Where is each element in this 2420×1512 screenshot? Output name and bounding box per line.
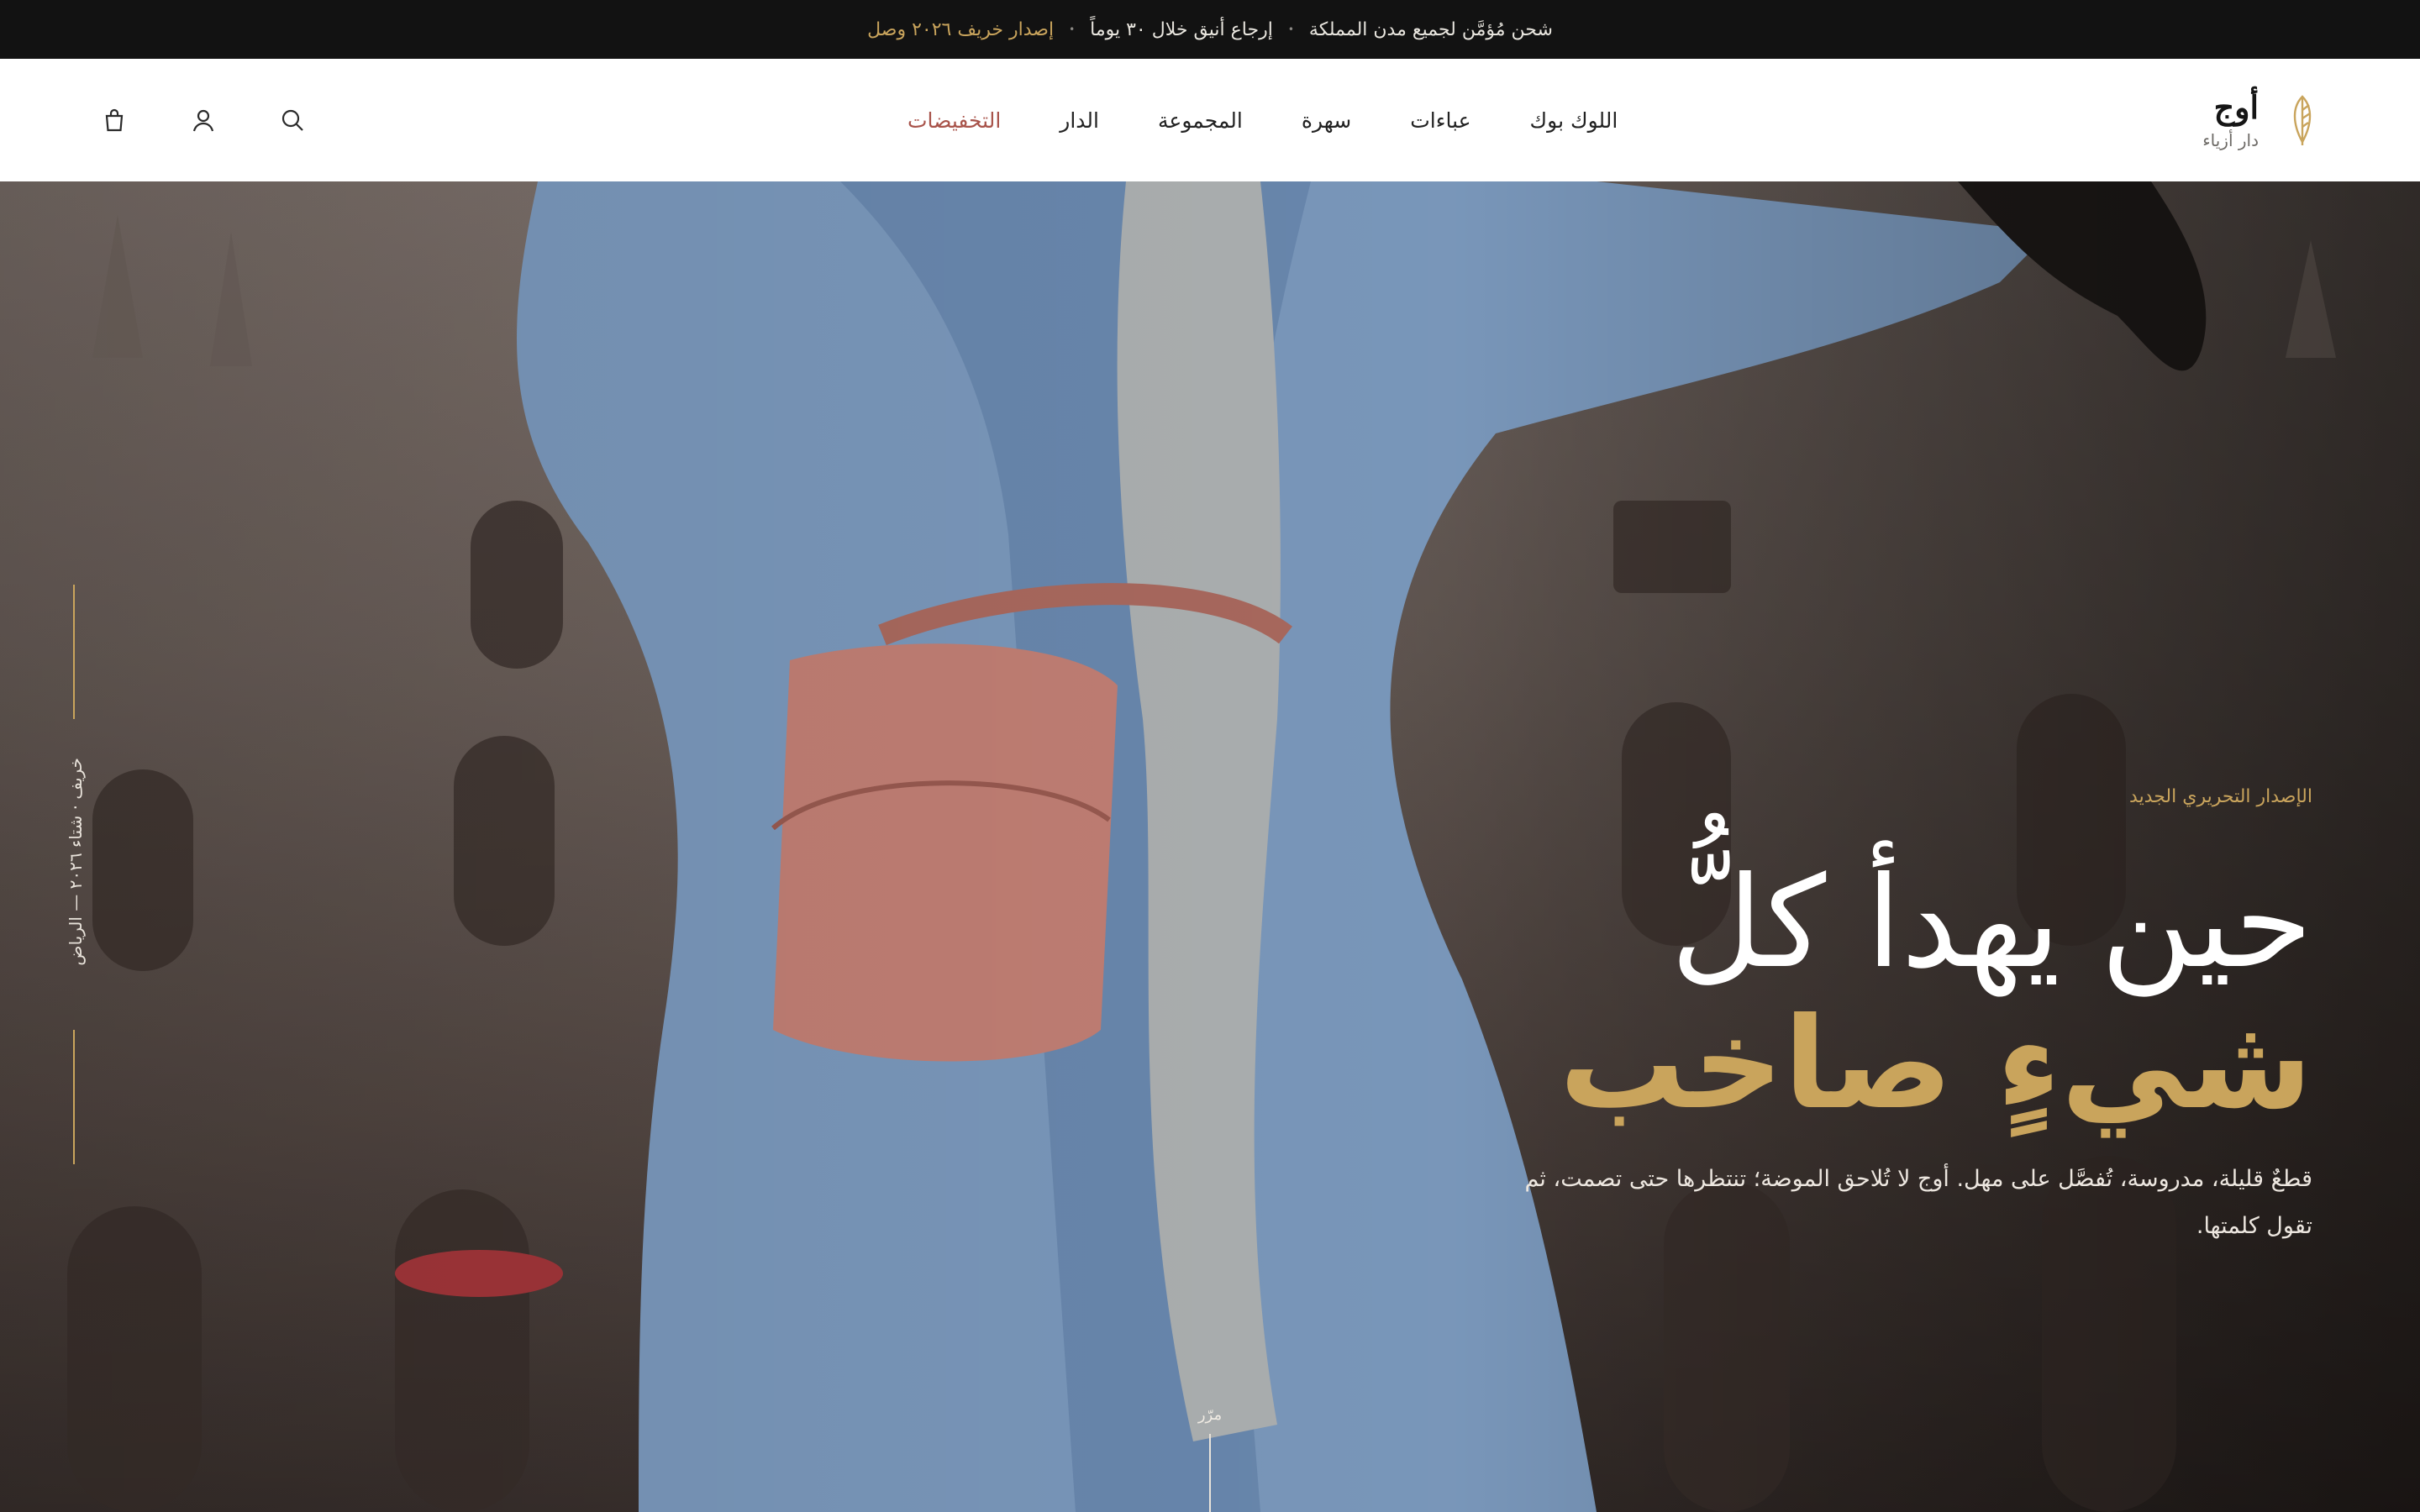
- bag-icon[interactable]: [99, 105, 129, 135]
- brand-subtitle: دار أزياء: [2202, 129, 2259, 150]
- hero-headline-accent: شيءٍ صاخب: [1559, 990, 2312, 1137]
- scroll-label: مرّر: [1197, 1406, 1223, 1424]
- announcement-separator: •: [1069, 24, 1076, 35]
- nav-item-abayas[interactable]: عباءات: [1410, 108, 1470, 133]
- announcement-separator: •: [1287, 24, 1294, 35]
- brand-logo[interactable]: أوج دار أزياء: [2202, 59, 2319, 181]
- side-meta-line-top: [73, 585, 75, 719]
- feather-mark-icon: [2286, 93, 2319, 147]
- side-meta-text: خريف · شتاء ٢٠٢٦ — الرياض: [66, 758, 86, 966]
- hero-copy: الإصدار التحريري الجديد حين يهدأ كلُّ شي…: [1472, 786, 2312, 1250]
- nav-item-lookbook[interactable]: اللوك بوك: [1530, 108, 1618, 133]
- announcement-bar: شحن مُؤمَّن لجميع مدن المملكة • إرجاع أن…: [0, 0, 2420, 59]
- brand-text: أوج دار أزياء: [2202, 90, 2259, 150]
- scroll-hint[interactable]: مرّر: [1193, 1406, 1227, 1512]
- scroll-line: [1209, 1434, 1211, 1512]
- header-actions: [99, 59, 308, 181]
- nav-item-evening[interactable]: سهرة: [1302, 108, 1351, 133]
- user-icon[interactable]: [188, 105, 218, 135]
- hero-description: قطعٌ قليلة، مدروسة، تُفصَّل على مهل. أوج…: [1524, 1166, 2312, 1239]
- brand-name: أوج: [2213, 88, 2259, 127]
- search-icon[interactable]: [277, 105, 308, 135]
- announcement-collection[interactable]: إصدار خريف ٢٠٢٦ وصل: [867, 19, 1054, 40]
- hero-eyebrow: الإصدار التحريري الجديد: [2129, 786, 2312, 807]
- side-meta-line-bottom: [73, 1030, 75, 1164]
- nav-item-sale[interactable]: التخفيضات: [908, 108, 1001, 133]
- hero-headline: حين يهدأ كلُّ: [1670, 850, 2312, 996]
- announcement-returns: إرجاع أنيق خلال ٣٠ يوماً: [1090, 18, 1273, 40]
- hero-section: خريف · شتاء ٢٠٢٦ — الرياض الإصدار التحري…: [0, 181, 2420, 1512]
- side-meta: خريف · شتاء ٢٠٢٦ — الرياض: [59, 753, 92, 971]
- site-header: اللوك بوك عباءات سهرة المجموعة الدار الت…: [0, 59, 2420, 181]
- announcement-shipping: شحن مُؤمَّن لجميع مدن المملكة: [1308, 18, 1553, 40]
- nav-item-house[interactable]: الدار: [1060, 108, 1099, 133]
- main-nav: اللوك بوك عباءات سهرة المجموعة الدار الت…: [908, 59, 1618, 181]
- nav-item-collection[interactable]: المجموعة: [1158, 108, 1243, 133]
